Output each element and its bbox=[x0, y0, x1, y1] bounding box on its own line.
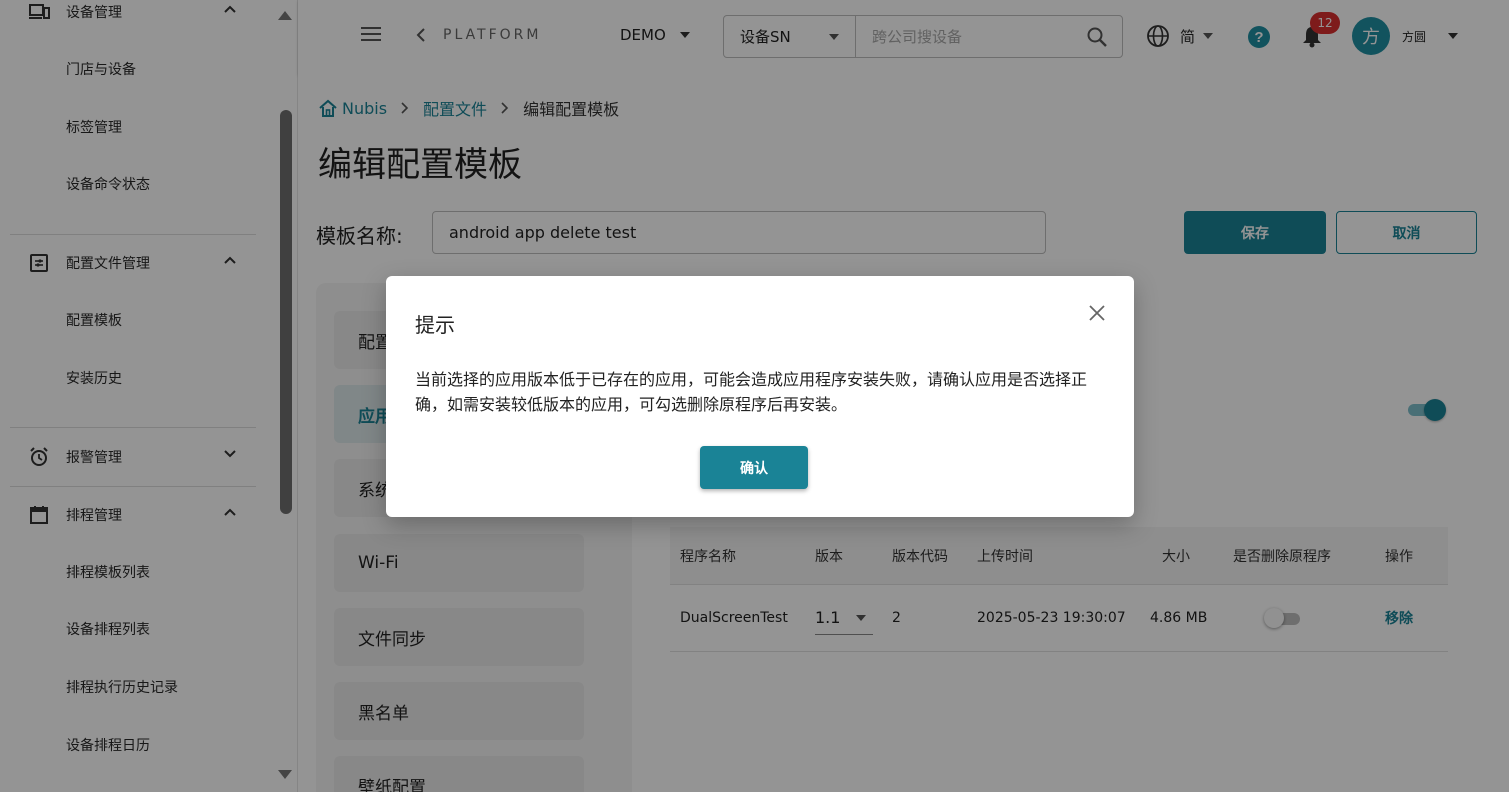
dialog-title: 提示 bbox=[415, 313, 455, 337]
dialog-message: 当前选择的应用版本低于已存在的应用，可能会造成应用程序安装失败，请确认应用是否选… bbox=[415, 370, 1088, 414]
confirm-button[interactable]: 确认 bbox=[700, 446, 808, 489]
warning-dialog: 提示 当前选择的应用版本低于已存在的应用，可能会造成应用程序安装失败，请确认应用… bbox=[386, 276, 1134, 517]
close-icon[interactable] bbox=[1088, 304, 1106, 322]
